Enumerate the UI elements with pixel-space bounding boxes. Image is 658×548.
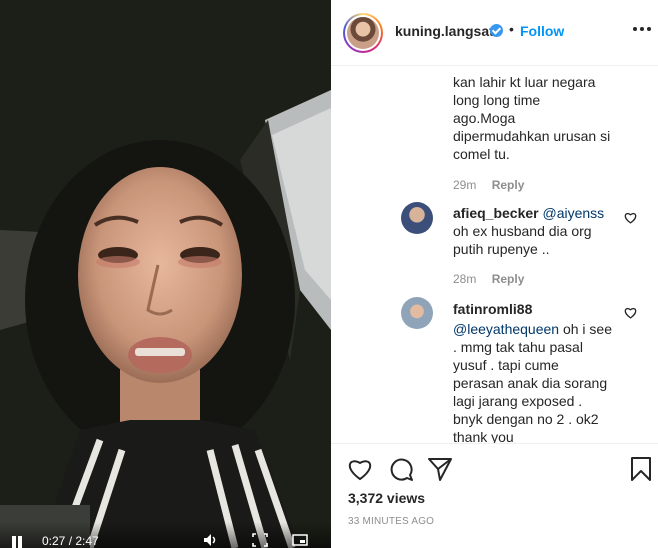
pause-icon[interactable] (10, 534, 24, 548)
comment-line: kan lahir kt luar negara (453, 74, 596, 90)
post-header: kuning.langsat • Follow (331, 0, 658, 66)
reply-button[interactable]: Reply (492, 272, 525, 286)
comment-meta: 29m Reply (453, 178, 536, 192)
comment-text: afieq_becker @aiyenss oh ex husband dia … (453, 204, 621, 258)
comment-time: 28m (453, 272, 477, 286)
comment-text: fatinromli88 @leeyathequeen oh i see . m… (453, 300, 621, 443)
comment-line: perasan anak dia sorang (453, 375, 608, 391)
comments-list[interactable]: kan lahir kt luar negara long long time … (331, 67, 658, 443)
separator: • (509, 21, 514, 37)
follow-button[interactable]: Follow (520, 23, 564, 39)
avatar[interactable] (343, 13, 383, 53)
comment-avatar[interactable] (401, 297, 433, 329)
video-time: 0:27 / 2:47 (42, 534, 99, 548)
comment-line: oh ex husband dia org (453, 223, 592, 239)
comment-meta: 28m Reply (453, 272, 536, 286)
reply-button[interactable]: Reply (492, 178, 525, 192)
view-count[interactable]: 3,372 views (348, 490, 425, 506)
post-timestamp: 33 MINUTES AGO (348, 516, 435, 527)
post-panel: kuning.langsat • Follow kan lahir kt lua… (331, 0, 658, 548)
comment-username[interactable]: afieq_becker (453, 205, 539, 221)
comment-avatar[interactable] (401, 202, 433, 234)
save-icon[interactable] (628, 456, 654, 482)
comment-mention[interactable]: @leeyathequeen (453, 321, 559, 337)
comment-line: oh i see (562, 321, 613, 337)
video-frame (0, 0, 331, 548)
comment-line: dipermudahkan urusan si (453, 128, 611, 144)
comment-icon[interactable] (388, 456, 414, 482)
comment-line: bnyk dengan no 2 . ok2 (453, 411, 599, 427)
author-username[interactable]: kuning.langsat (395, 23, 494, 39)
comment-line: lagi jarang exposed . (453, 393, 583, 409)
comment-text: kan lahir kt luar negara long long time … (453, 67, 643, 163)
comment-time: 29m (453, 178, 477, 192)
comment-mention[interactable]: @aiyenss (543, 205, 605, 221)
comment-line: yusuf . tapi cume (453, 357, 559, 373)
fullscreen-icon[interactable] (292, 533, 308, 547)
comment-line: . mmg tak tahu pasal (453, 339, 583, 355)
volume-icon[interactable] (203, 533, 219, 547)
comment-line: ago.Moga (453, 110, 516, 126)
comment-line: putih rupenye .. (453, 241, 550, 257)
video-player[interactable]: 0:27 / 2:47 (0, 0, 331, 548)
like-icon[interactable] (347, 456, 373, 482)
comment-line: thank you (453, 429, 514, 443)
video-controls: 0:27 / 2:47 (0, 522, 331, 548)
comment-line: long long time (453, 92, 541, 108)
share-icon[interactable] (427, 456, 453, 482)
more-options-icon[interactable] (633, 26, 651, 32)
comment-line: comel tu. (453, 146, 510, 162)
like-comment-icon[interactable] (624, 307, 637, 319)
post-actions: 3,372 views 33 MINUTES AGO (331, 443, 658, 548)
verified-badge-icon (490, 24, 503, 37)
like-comment-icon[interactable] (624, 212, 637, 224)
comment-username[interactable]: fatinromli88 (453, 300, 621, 318)
picture-in-picture-icon[interactable] (252, 533, 268, 547)
